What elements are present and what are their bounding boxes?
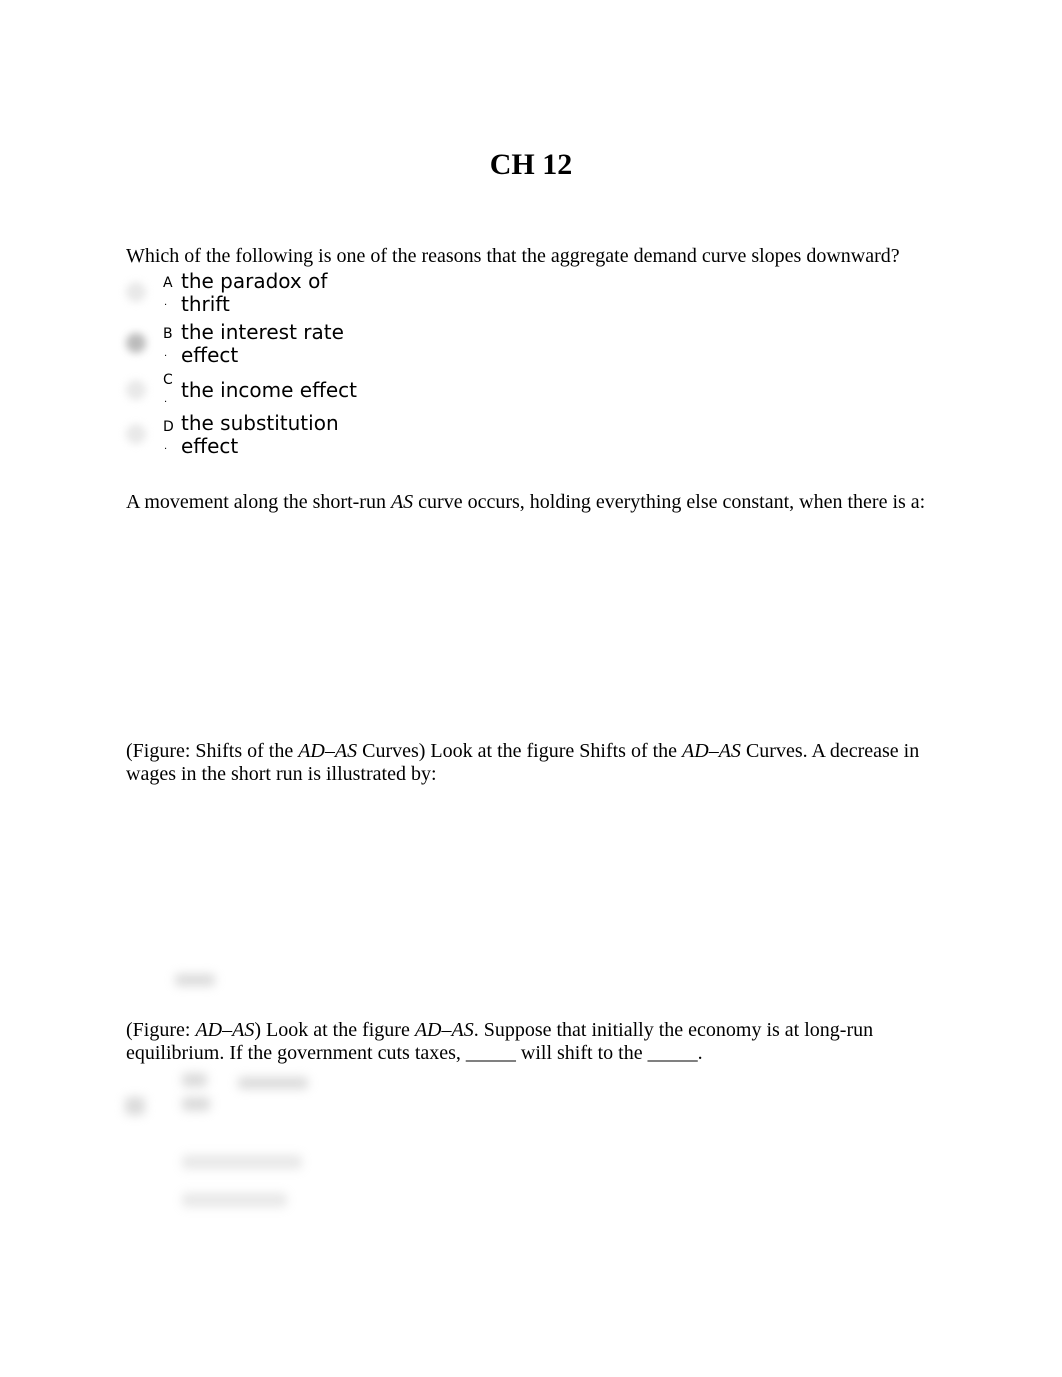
option-letter: C	[163, 372, 173, 388]
option-dot: ·	[164, 300, 168, 311]
question-3: (Figure: Shifts of the AD–AS Curves) Loo…	[126, 740, 920, 785]
question-1: Which of the following is one of the rea…	[126, 245, 900, 267]
option-text: the paradox of thrift	[181, 269, 328, 316]
option-text: the income effect	[181, 378, 358, 402]
question-4: (Figure: AD–AS) Look at the figure AD–AS…	[126, 1019, 874, 1064]
option-dot: ·	[164, 351, 168, 362]
option-letter: A	[163, 275, 173, 291]
option-letter: D	[163, 419, 174, 435]
option-text: the interest rate effect	[181, 320, 344, 367]
page-title: CH 12	[489, 148, 573, 181]
radio-button[interactable]	[126, 282, 146, 302]
radio-button[interactable]	[126, 424, 146, 444]
option-letter: B	[163, 326, 173, 342]
option-dot: ·	[164, 397, 168, 408]
option-dot: ·	[164, 444, 168, 455]
option-text: the substitution effect	[181, 411, 339, 458]
blurred-content	[175, 974, 215, 986]
question-2: A movement along the short-run AS curve …	[126, 491, 926, 513]
radio-button[interactable]	[126, 380, 146, 400]
radio-button[interactable]	[126, 333, 146, 353]
